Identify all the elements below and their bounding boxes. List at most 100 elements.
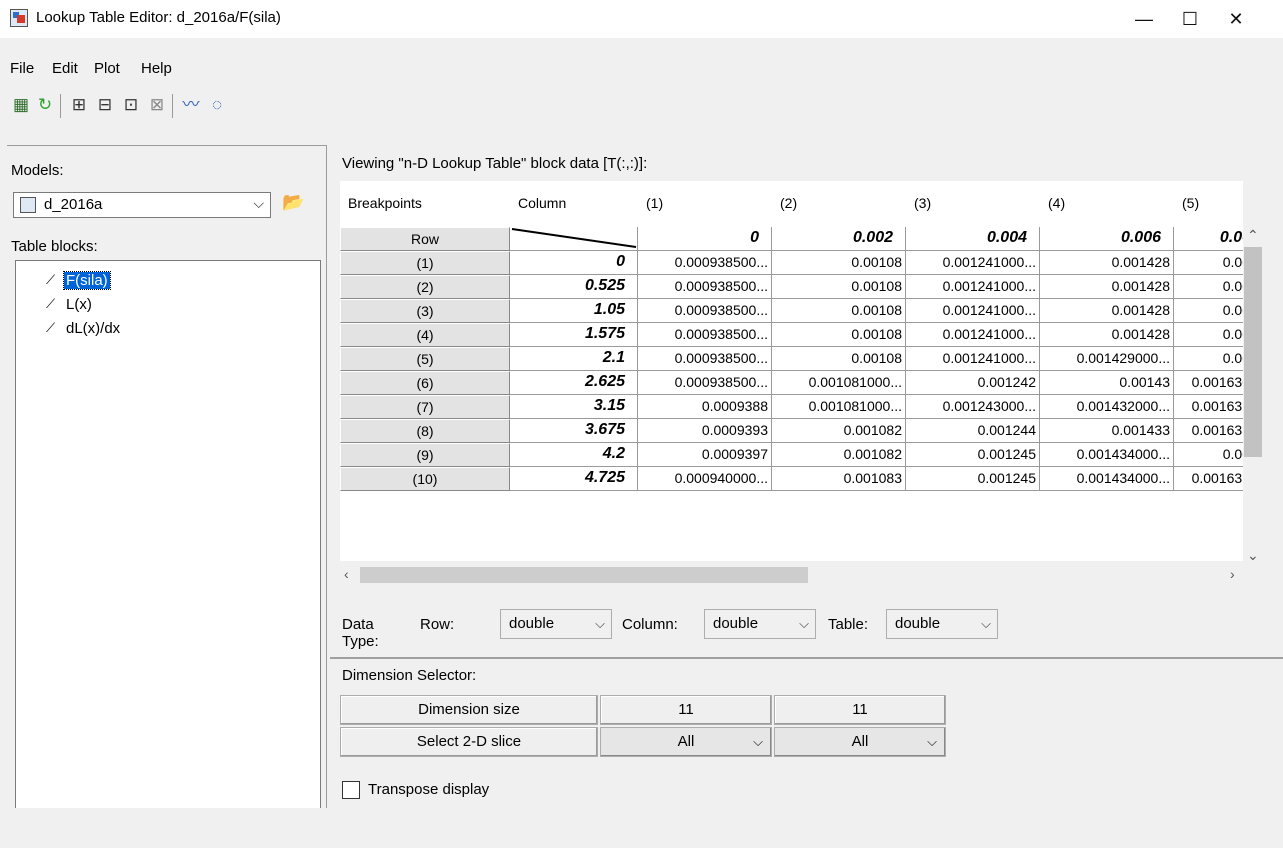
row-breakpoint[interactable]: 2.1	[510, 347, 638, 371]
row-breakpoint[interactable]: 1.05	[510, 299, 638, 323]
table-cell[interactable]: 0.0009397	[638, 443, 772, 467]
table-cell[interactable]: 0.001428	[1040, 323, 1174, 347]
slice-dropdown-1[interactable]: All ⌵	[600, 727, 772, 757]
table-cell[interactable]: 0.0009393	[638, 419, 772, 443]
tree-item-l-x[interactable]: ⟋ L(x)	[16, 295, 316, 317]
remove-column-icon[interactable]: ⊠	[146, 94, 168, 116]
table-cell[interactable]: 0.000938500...	[638, 275, 772, 299]
minimize-button[interactable]: —	[1121, 0, 1167, 38]
table-cell[interactable]: 0.001241000...	[906, 299, 1040, 323]
dimension-size-2[interactable]: 11	[774, 695, 946, 725]
table-cell[interactable]: 0.00108	[772, 323, 906, 347]
column-breakpoint[interactable]: 0	[638, 227, 772, 251]
table-cell[interactable]: 0.001433	[1040, 419, 1174, 443]
table-cell[interactable]: 0.001082	[772, 419, 906, 443]
menu-edit[interactable]: Edit	[52, 60, 78, 77]
table-cell[interactable]: 0.001243000...	[906, 395, 1040, 419]
row-breakpoint[interactable]: 4.2	[510, 443, 638, 467]
table-cell[interactable]: 0.001242	[906, 371, 1040, 395]
scroll-left-icon[interactable]: ‹	[344, 566, 349, 582]
slice-dropdown-2[interactable]: All ⌵	[774, 727, 946, 757]
table-cell[interactable]: 0.001434000...	[1040, 467, 1174, 491]
remove-row-icon[interactable]: ⊟	[94, 94, 116, 116]
table-cell[interactable]: 0.001630	[1174, 371, 1243, 395]
table-cell[interactable]: 0.000938500...	[638, 251, 772, 275]
table-cell[interactable]: 0.001081000...	[772, 395, 906, 419]
table-cell[interactable]: 0.0009388	[638, 395, 772, 419]
table-cell[interactable]: 0.001241000...	[906, 275, 1040, 299]
table-cell[interactable]: 0.001245	[906, 467, 1040, 491]
vertical-scroll-thumb[interactable]	[1244, 247, 1262, 457]
table-cell[interactable]: 0.00108	[772, 275, 906, 299]
table-cell[interactable]: 0.001241000...	[906, 251, 1040, 275]
row-index[interactable]: (3)	[340, 299, 510, 323]
table-cell[interactable]: 0.00108	[772, 299, 906, 323]
dimension-size-1[interactable]: 11	[600, 695, 772, 725]
row-index[interactable]: (7)	[340, 395, 510, 419]
close-button[interactable]: ✕	[1213, 0, 1259, 38]
table-cell[interactable]: 0.001434000...	[1040, 443, 1174, 467]
add-row-icon[interactable]: ⊞	[68, 94, 90, 116]
tree-item-dl-x-dx[interactable]: ⟋ dL(x)/dx	[16, 319, 316, 341]
row-index[interactable]: (2)	[340, 275, 510, 299]
column-breakpoint[interactable]: 0.006	[1040, 227, 1174, 251]
row-index[interactable]: (8)	[340, 419, 510, 443]
table-cell[interactable]: 0.000940000...	[638, 467, 772, 491]
table-cell[interactable]: 0.001633	[1174, 419, 1243, 443]
table-cell[interactable]: 0.00	[1174, 275, 1243, 299]
table-cell[interactable]: 0.001244	[906, 419, 1040, 443]
vertical-scrollbar[interactable]: ⌃ ⌄	[1244, 227, 1262, 565]
row-breakpoint[interactable]: 0	[510, 251, 638, 275]
table-cell[interactable]: 0.00108	[772, 347, 906, 371]
table-cell[interactable]: 0.001428	[1040, 275, 1174, 299]
table-cell[interactable]: 0.001632	[1174, 395, 1243, 419]
add-column-icon[interactable]: ⊡	[120, 94, 142, 116]
column-breakpoint[interactable]: 0.00	[1174, 227, 1243, 251]
open-folder-icon[interactable]: 📂	[282, 192, 306, 216]
tree-item-f-sila[interactable]: ⟋ F(sila)	[16, 271, 316, 293]
table-cell[interactable]: 0.001635	[1174, 467, 1243, 491]
row-index[interactable]: (4)	[340, 323, 510, 347]
table-cell[interactable]: 0.001429000...	[1040, 347, 1174, 371]
row-index[interactable]: (6)	[340, 371, 510, 395]
table-cell[interactable]: 0.00	[1174, 443, 1243, 467]
table-type-dropdown[interactable]: double ⌵	[886, 609, 998, 639]
table-cell[interactable]: 0.001428	[1040, 299, 1174, 323]
scroll-right-icon[interactable]: ›	[1230, 566, 1235, 582]
row-breakpoint[interactable]: 3.675	[510, 419, 638, 443]
splitter[interactable]	[330, 657, 1283, 659]
table-cell[interactable]: 0.00108	[772, 251, 906, 275]
column-breakpoint[interactable]: 0.002	[772, 227, 906, 251]
row-breakpoint[interactable]: 3.15	[510, 395, 638, 419]
table-cell[interactable]: 0.001083	[772, 467, 906, 491]
maximize-button[interactable]: ☐	[1167, 0, 1213, 38]
refresh-icon[interactable]: ↻	[34, 94, 56, 116]
table-cell[interactable]: 0.001081000...	[772, 371, 906, 395]
row-type-dropdown[interactable]: double ⌵	[500, 609, 612, 639]
row-index[interactable]: (1)	[340, 251, 510, 275]
horizontal-scrollbar[interactable]: ‹ ›	[342, 565, 1244, 585]
table-cell[interactable]: 0.001432000...	[1040, 395, 1174, 419]
table-cell[interactable]: 0.00	[1174, 323, 1243, 347]
table-cell[interactable]: 0.00	[1174, 251, 1243, 275]
table-cell[interactable]: 0.001245	[906, 443, 1040, 467]
table-cell[interactable]: 0.001428	[1040, 251, 1174, 275]
scroll-down-icon[interactable]: ⌄	[1247, 547, 1259, 564]
column-type-dropdown[interactable]: double ⌵	[704, 609, 816, 639]
row-index[interactable]: (10)	[340, 467, 510, 491]
row-breakpoint[interactable]: 2.625	[510, 371, 638, 395]
table-cell[interactable]: 0.001241000...	[906, 347, 1040, 371]
models-dropdown[interactable]: d_2016a ⌵	[13, 192, 271, 218]
row-index[interactable]: (5)	[340, 347, 510, 371]
menu-file[interactable]: File	[10, 60, 34, 77]
row-index[interactable]: (9)	[340, 443, 510, 467]
table-cell[interactable]: 0.000938500...	[638, 371, 772, 395]
table-cell[interactable]: 0.000938500...	[638, 347, 772, 371]
row-breakpoint[interactable]: 4.725	[510, 467, 638, 491]
mesh-plot-icon[interactable]: ◌	[206, 94, 228, 116]
menu-plot[interactable]: Plot	[94, 60, 120, 77]
table-cell[interactable]: 0.001082	[772, 443, 906, 467]
apply-icon[interactable]: ▦	[10, 94, 32, 116]
table-cell[interactable]: 0.00143	[1040, 371, 1174, 395]
row-header[interactable]: Row	[340, 227, 510, 251]
